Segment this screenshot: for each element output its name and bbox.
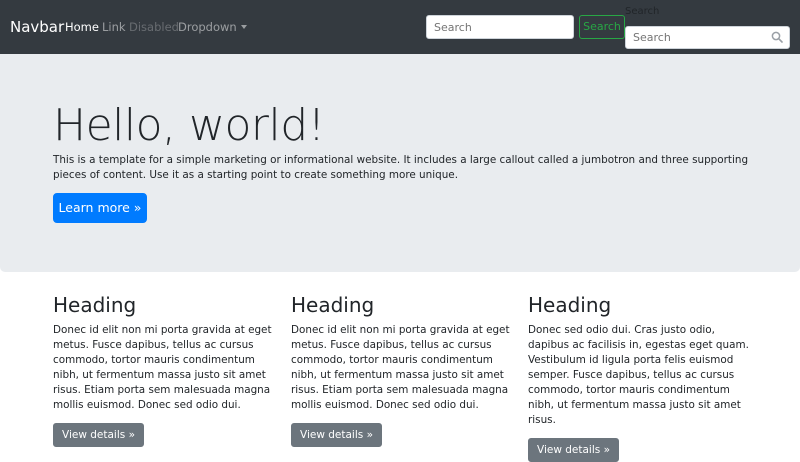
search-icon[interactable] [771, 31, 783, 43]
view-details-button[interactable]: View details » [528, 438, 619, 462]
column-text: Donec sed odio dui. Cras justo odio, dap… [528, 324, 749, 426]
content-column-1: Heading Donec id elit non mi porta gravi… [53, 292, 278, 447]
column-heading: Heading [528, 293, 612, 317]
jumbotron-text: This is a template for a simple marketin… [53, 154, 749, 181]
jumbotron-title: Hello, world! [53, 100, 325, 151]
nav-link-disabled: Disabled [129, 20, 179, 34]
navbar: Navbar Home Link Disabled Dropdown Searc… [0, 0, 800, 54]
content-column-2: Heading Donec id elit non mi porta gravi… [291, 292, 516, 447]
learn-more-button[interactable]: Learn more » [53, 193, 147, 223]
column-heading: Heading [291, 293, 375, 317]
nav-dropdown-toggle[interactable]: Dropdown [178, 19, 247, 35]
column-text: Donec id elit non mi porta gravida at eg… [53, 324, 272, 411]
nav-link-home[interactable]: Home [65, 19, 99, 35]
column-text: Donec id elit non mi porta gravida at eg… [291, 324, 510, 411]
column-heading: Heading [53, 293, 137, 317]
search-box-input[interactable] [625, 26, 790, 49]
view-details-button[interactable]: View details » [53, 423, 144, 447]
caret-down-icon [240, 25, 247, 29]
content-column-3: Heading Donec sed odio dui. Cras justo o… [528, 292, 753, 462]
nav-link-link[interactable]: Link [102, 19, 126, 35]
navbar-brand[interactable]: Navbar [10, 17, 64, 37]
search-box-label: Search [625, 6, 660, 17]
view-details-button[interactable]: View details » [291, 423, 382, 447]
navbar-search-input[interactable] [426, 15, 574, 39]
nav-dropdown-label: Dropdown [178, 20, 237, 34]
jumbotron: Hello, world! This is a template for a s… [0, 54, 800, 272]
navbar-search-button[interactable]: Search [579, 15, 625, 39]
